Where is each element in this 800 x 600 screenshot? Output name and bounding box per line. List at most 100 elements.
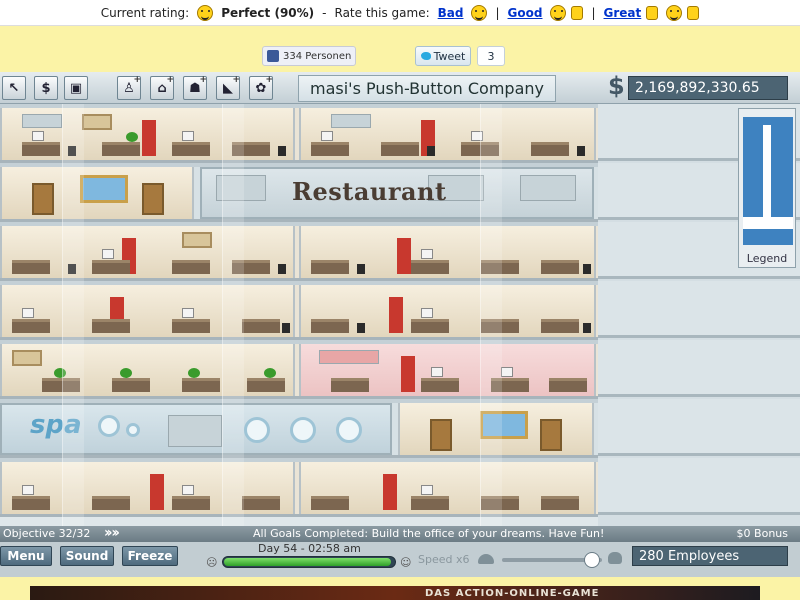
legend-label[interactable]: Legend [739,252,795,265]
building-tool-button[interactable]: ▣ [64,76,88,100]
monitor-icon [32,131,44,141]
floor-offices[interactable] [0,104,598,163]
elevator-shaft[interactable] [62,104,84,526]
empty-floor[interactable] [598,399,800,456]
desk[interactable] [12,260,50,274]
office-room[interactable] [299,108,596,160]
monitor-icon [421,485,433,495]
floor-restaurant[interactable]: Restaurant [0,163,598,222]
desk[interactable] [182,378,220,392]
desk[interactable] [541,496,579,510]
desk[interactable] [92,260,130,274]
office-room[interactable] [299,462,596,514]
sound-button[interactable]: Sound [60,546,114,566]
tweet-button[interactable]: Tweet [415,46,471,66]
office-room[interactable] [299,344,596,396]
building-view[interactable]: Restaurant spa [0,104,598,526]
desk[interactable] [172,142,210,156]
floor-spa[interactable]: spa [0,399,598,458]
thumbs-up-icon[interactable] [571,5,584,20]
elevator-shaft[interactable] [222,104,244,526]
desk[interactable] [242,319,280,333]
elevator-shaft[interactable] [480,104,502,526]
desk[interactable] [541,260,579,274]
add-restroom-button[interactable]: ☗ + [183,75,207,100]
desk[interactable] [172,260,210,274]
add-office-button[interactable]: ⌂ + [150,75,174,100]
desk[interactable] [381,142,419,156]
day-time: Day 54 - 02:58 am [258,542,361,555]
desk[interactable] [92,319,130,333]
office-room[interactable] [0,285,295,337]
desk[interactable] [531,142,569,156]
desk[interactable] [92,496,130,510]
empty-floor[interactable] [598,458,800,515]
desk[interactable] [411,319,449,333]
facebook-like-button[interactable]: 334 Personen [262,46,356,66]
floor-offices[interactable] [0,340,598,399]
desk[interactable] [172,319,210,333]
select-tool-button[interactable]: ↖ [2,76,26,100]
desk[interactable] [112,378,150,392]
desk[interactable] [247,378,285,392]
office-room[interactable] [0,226,295,278]
great-face-icon[interactable] [666,4,683,21]
game-frame[interactable]: ↖ $ ▣ ♙ + ⌂ + ☗ + ◣ + ✿ + masi's Push-Button … [0,72,800,577]
desk[interactable] [541,319,579,333]
add-employee-button[interactable]: ♙ + [117,75,141,100]
bad-face-icon[interactable] [471,4,488,21]
freeze-button[interactable]: Freeze [122,546,178,566]
desk[interactable] [311,496,349,510]
turtle-icon [478,554,494,564]
add-stairs-button[interactable]: ◣ + [216,75,240,100]
desk[interactable] [102,142,140,156]
ad-banner[interactable]: DAS ACTION-ONLINE-GAME [30,586,760,600]
office-room[interactable] [0,108,295,160]
current-rating-value: Perfect (90%) [221,5,315,20]
currency-icon: $ [608,72,625,100]
menu-button[interactable]: Menu [0,546,52,566]
rating-divider: | [591,5,596,20]
rate-good-link[interactable]: Good [508,6,543,20]
empty-floor[interactable] [598,340,800,397]
desk[interactable] [172,496,210,510]
desk[interactable] [12,496,50,510]
desk[interactable] [311,319,349,333]
thumbs-up-icon[interactable] [687,5,700,20]
floor-offices[interactable] [0,281,598,340]
office-room[interactable] [0,344,295,396]
legend-panel[interactable]: Legend [738,108,796,268]
desk[interactable] [12,319,50,333]
good-face-icon[interactable] [550,4,567,21]
company-name: masi's Push-Button Company [298,75,556,102]
desk[interactable] [311,260,349,274]
finance-tool-button[interactable]: $ [34,76,58,100]
rating-separator: - [322,5,327,20]
rate-great-link[interactable]: Great [604,6,642,20]
desk[interactable] [411,496,449,510]
monitor-icon [22,308,34,318]
thumbs-up-icon[interactable] [646,5,659,20]
speed-slider[interactable] [502,552,602,568]
desk[interactable] [421,378,459,392]
desk[interactable] [311,142,349,156]
speed-slider-handle[interactable] [584,552,600,568]
desk[interactable] [549,378,587,392]
building-icon: ▣ [69,80,83,96]
desk[interactable] [22,142,60,156]
add-plant-button[interactable]: ✿ + [249,75,273,100]
plus-icon: + [265,75,273,85]
office-room[interactable] [0,462,295,514]
desk[interactable] [411,260,449,274]
desk[interactable] [242,496,280,510]
desk[interactable] [331,378,369,392]
chevron-right-icon[interactable]: ›› ›› [104,525,120,541]
floor-offices[interactable] [0,222,598,281]
floor-offices[interactable] [0,458,598,517]
empty-floor[interactable] [598,281,800,338]
meeting-room[interactable] [0,167,194,219]
bubble-icon [126,423,140,437]
rate-bad-link[interactable]: Bad [438,6,464,20]
office-room[interactable] [299,226,596,278]
office-room[interactable] [299,285,596,337]
